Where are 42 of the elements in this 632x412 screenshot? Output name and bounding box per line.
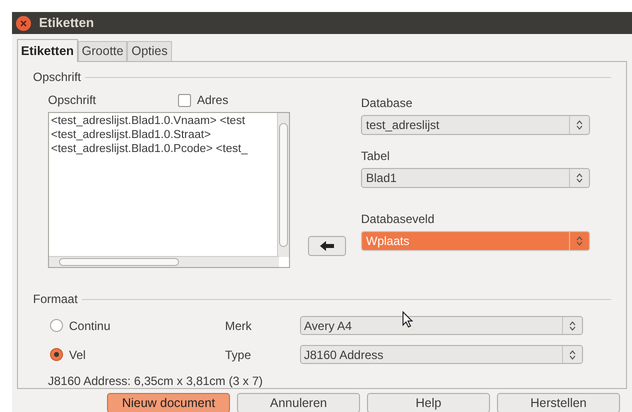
dropdown[interactable]: test_adreslijst xyxy=(361,115,590,135)
text-line: <test_adreslijst.Blad1.0.Pcode> <test_ xyxy=(51,142,248,156)
text-line: <test_adreslijst.Blad1.0.Straat> xyxy=(51,128,212,142)
dropdown[interactable]: Blad1 xyxy=(361,168,590,188)
window-title: Etiketten xyxy=(39,14,94,32)
spinner-icon xyxy=(569,169,583,187)
field-label: Tabel xyxy=(361,148,391,165)
field-label: Merk xyxy=(225,318,253,334)
group-title: Formaat xyxy=(33,291,78,308)
horizontal-scrollbar[interactable] xyxy=(49,256,279,267)
dropdown[interactable]: Avery A4 xyxy=(300,316,583,335)
dialog-button[interactable]: Herstellen xyxy=(497,393,620,412)
radio-button[interactable] xyxy=(50,319,63,332)
spinner-icon xyxy=(569,232,583,250)
radio-label[interactable]: Vel xyxy=(69,346,225,364)
dialog-button[interactable]: Annuleren xyxy=(237,393,360,412)
radio-button[interactable] xyxy=(50,348,63,361)
insert-button[interactable] xyxy=(308,236,346,256)
dropdown[interactable]: J8160 Address xyxy=(300,345,583,364)
left-arrow-icon xyxy=(320,241,334,251)
tab[interactable]: Grootte xyxy=(78,41,128,61)
field-label: Databaseveld xyxy=(361,211,436,228)
dialog-button[interactable]: Nieuw document xyxy=(107,393,230,412)
field-label: Opschrift xyxy=(48,92,98,109)
text-line: <test_adreslijst.Blad1.0.Vnaam> <test xyxy=(51,114,246,128)
checkbox[interactable] xyxy=(178,94,191,106)
radio-label[interactable]: Continu xyxy=(69,316,225,334)
tab[interactable]: Etiketten xyxy=(17,39,78,62)
vertical-scrollbar[interactable] xyxy=(277,113,289,257)
label-info: J8160 Address: 6,35cm x 3,81cm (3 x 7) xyxy=(48,373,264,390)
field-label: Type xyxy=(225,346,252,364)
pointer-icon xyxy=(402,311,413,328)
tab[interactable]: Opties xyxy=(127,41,172,61)
text-area[interactable]: <test_adreslijst.Blad1.0.Vnaam> <test <test_adreslijst.Blad1.0.Straat> <test_adreslijst.Blad1.0.Pcode> <test_ xyxy=(48,112,290,268)
field-label: Database xyxy=(361,95,414,112)
spinner-icon xyxy=(562,317,576,334)
group-title: Opschrift xyxy=(33,69,82,86)
spinner-icon xyxy=(562,346,576,363)
checkbox-label[interactable]: Adres xyxy=(197,91,228,109)
close-icon[interactable] xyxy=(16,16,31,30)
spinner-icon xyxy=(569,116,583,134)
dialog-button[interactable]: Help xyxy=(367,393,490,412)
